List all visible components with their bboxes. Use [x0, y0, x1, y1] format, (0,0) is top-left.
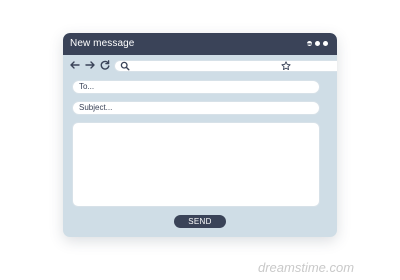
subject-field[interactable]: Subject...: [72, 101, 320, 115]
title-bar: New message: [63, 33, 337, 55]
search-icon[interactable]: [120, 61, 130, 71]
send-button[interactable]: SEND: [174, 215, 226, 228]
message-body-textarea[interactable]: [72, 122, 320, 207]
dot: [315, 41, 320, 46]
address-bar[interactable]: [114, 60, 337, 72]
window-title: New message: [70, 38, 135, 49]
subject-placeholder: Subject...: [79, 103, 113, 112]
watermark: dreamstime.com: [258, 260, 355, 275]
star-icon[interactable]: [281, 61, 291, 71]
to-field[interactable]: To...: [72, 80, 320, 94]
arrow-left-icon[interactable]: [69, 59, 81, 71]
compose-window: New message To... Subject... SEND: [63, 33, 337, 237]
dot: [323, 41, 328, 46]
hamburger-menu-icon[interactable]: [302, 39, 312, 51]
reload-icon[interactable]: [99, 59, 111, 71]
arrow-right-icon[interactable]: [84, 59, 96, 71]
to-placeholder: To...: [79, 82, 95, 91]
